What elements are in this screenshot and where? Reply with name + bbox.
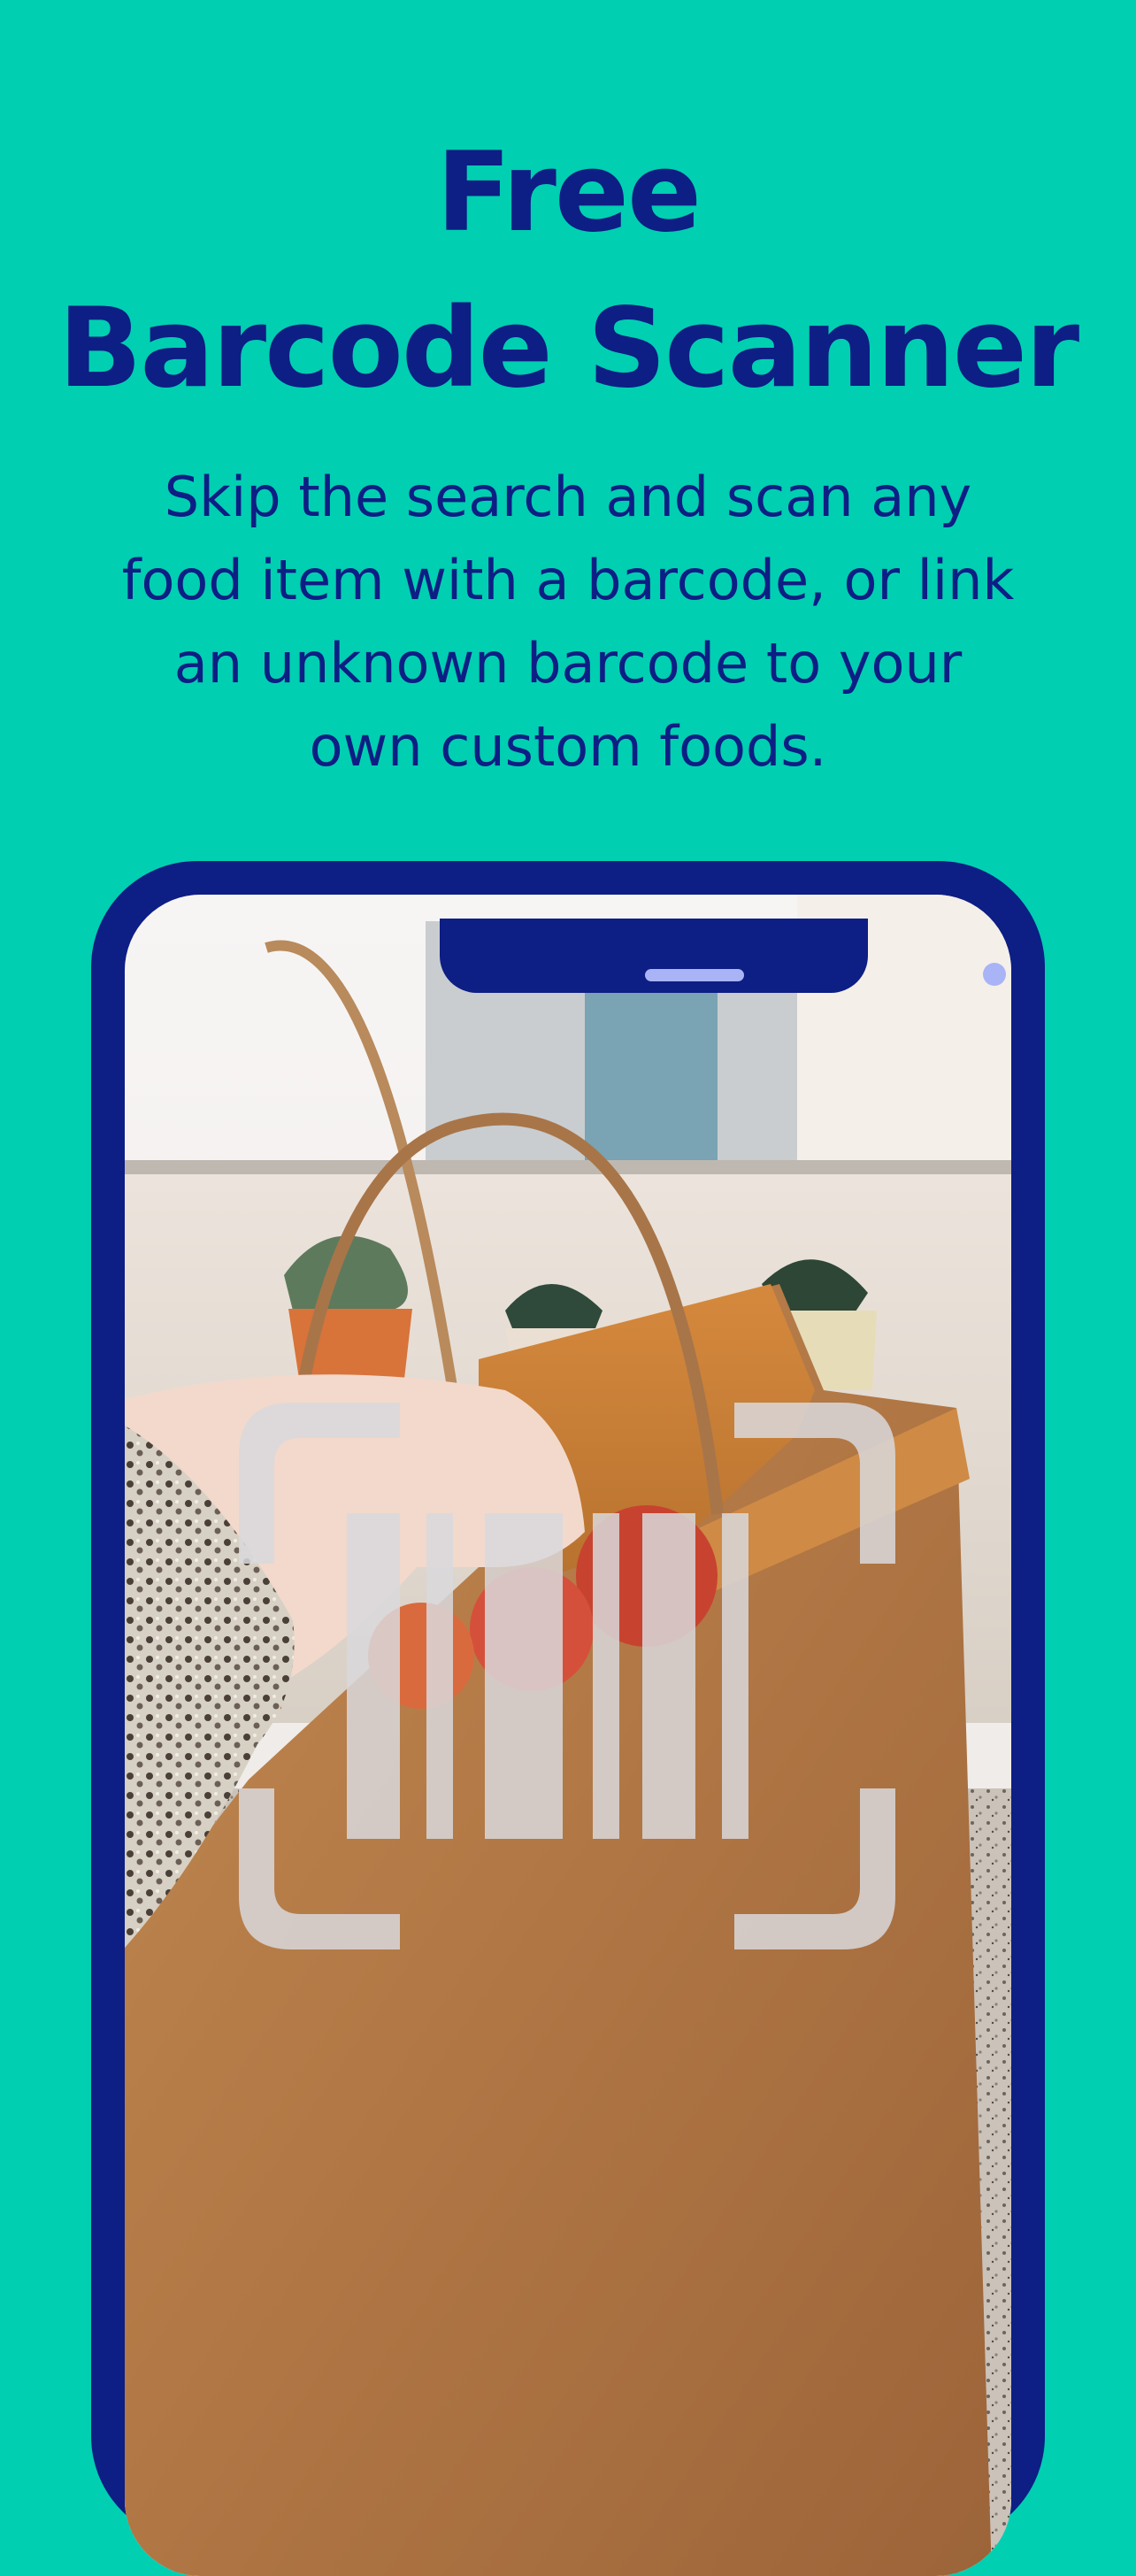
subtitle-line-1: Skip the search and scan any [164, 465, 972, 529]
headline: Free Barcode Scanner [0, 115, 1136, 427]
barcode-scan-icon [239, 1403, 895, 1949]
front-camera [983, 963, 1006, 986]
headline-line-2: Barcode Scanner [58, 285, 1079, 412]
subtitle-line-4: own custom foods. [309, 714, 827, 779]
subtitle: Skip the search and scan any food item w… [53, 456, 1083, 788]
phone-notch [440, 919, 1006, 993]
subtitle-line-3: an unknown barcode to your [173, 631, 963, 696]
subtitle-line-2: food item with a barcode, or link [121, 548, 1015, 612]
headline-line-1: Free [435, 129, 702, 257]
speaker-grille [645, 969, 744, 981]
